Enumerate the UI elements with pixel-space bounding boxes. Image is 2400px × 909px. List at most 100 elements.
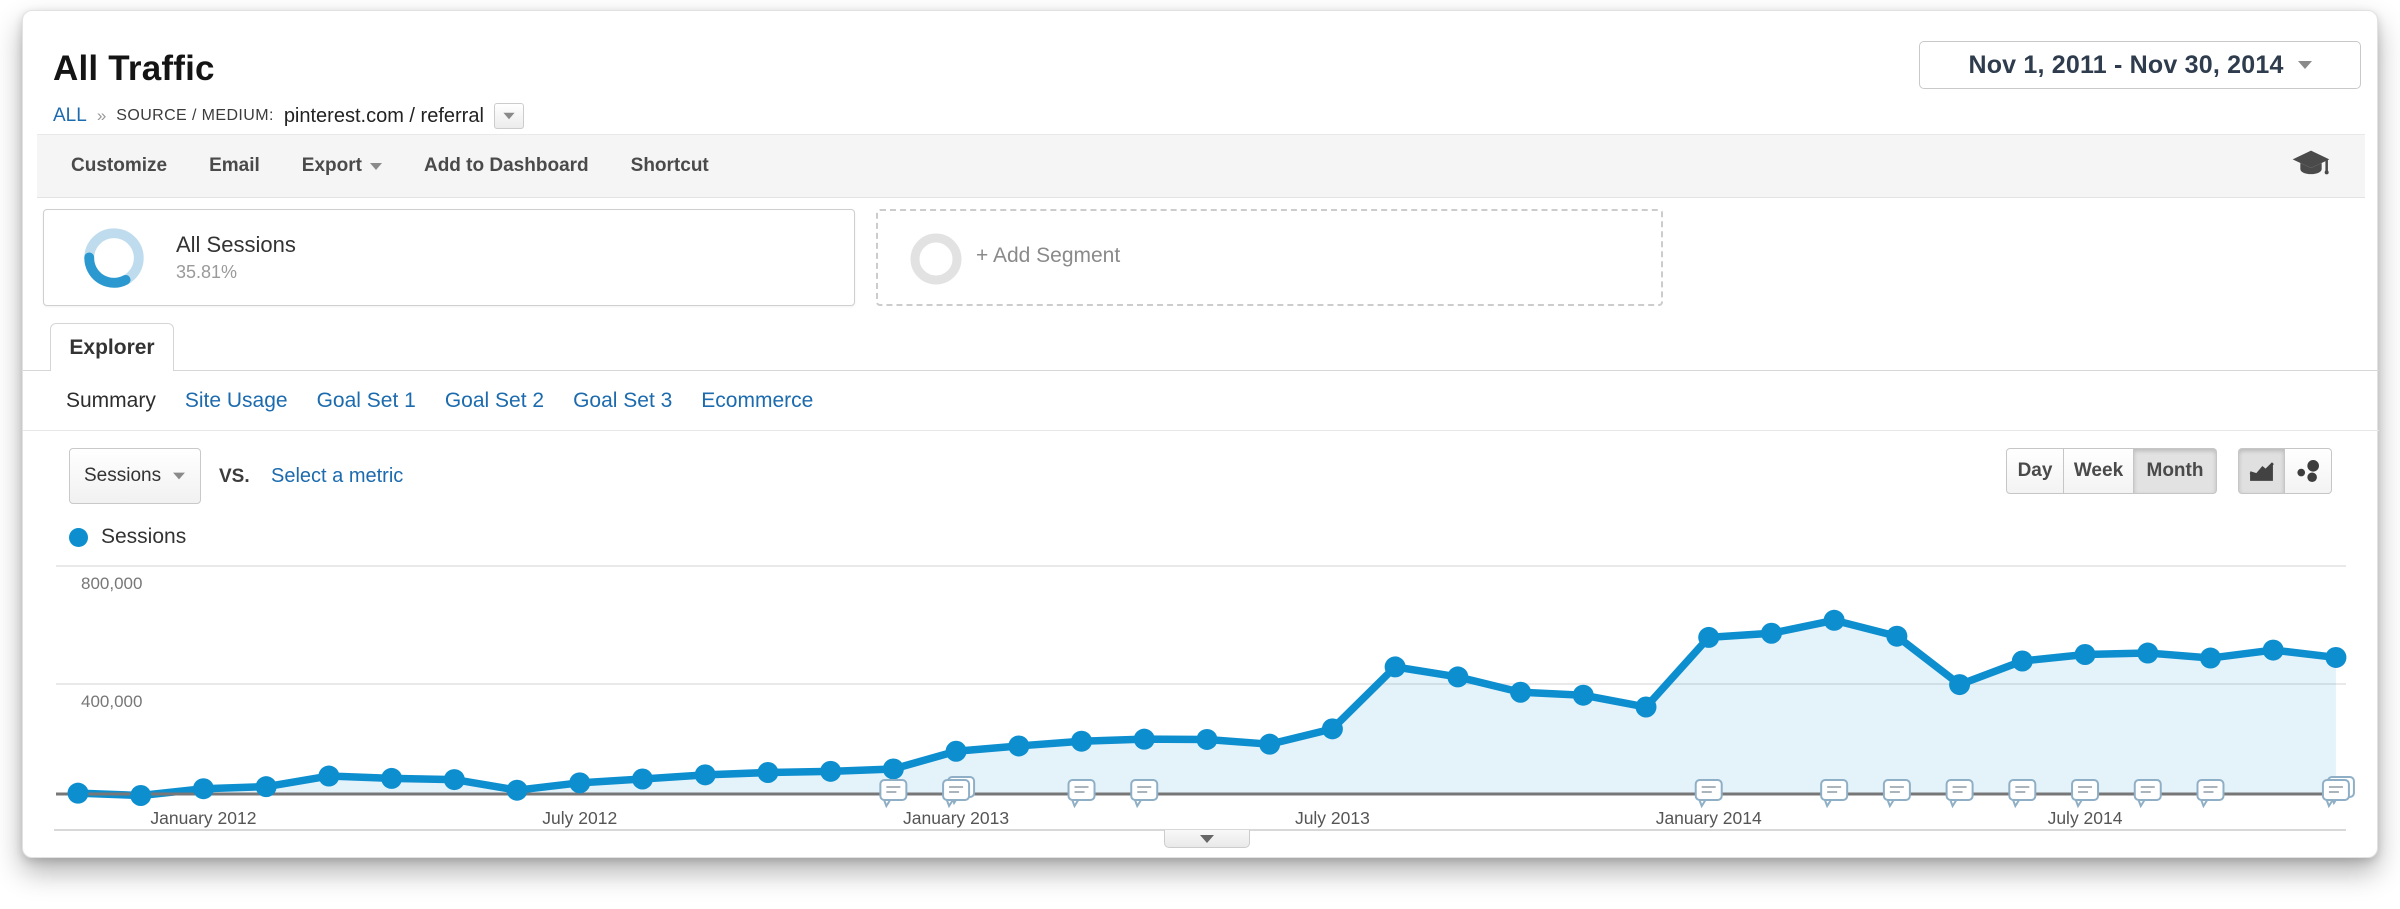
data-point[interactable] (1322, 718, 1343, 739)
annotation-marker[interactable] (1696, 780, 1722, 800)
metric-selector-value: Sessions (84, 465, 161, 487)
data-point[interactable] (1510, 682, 1531, 703)
annotation-marker[interactable] (1821, 780, 1847, 800)
subtab-site-usage[interactable]: Site Usage (185, 389, 288, 413)
empty-ring-icon (908, 231, 964, 287)
segment-card-all-sessions[interactable]: All Sessions 35.81% (43, 209, 855, 306)
data-point[interactable] (193, 778, 214, 799)
add-to-dashboard-button[interactable]: Add to Dashboard (424, 155, 589, 177)
data-point[interactable] (1447, 666, 1468, 687)
data-point[interactable] (1949, 674, 1970, 695)
data-point[interactable] (1071, 731, 1092, 752)
chart-type-toggle (2238, 448, 2332, 494)
export-menu-button[interactable]: Export (302, 155, 382, 177)
data-point[interactable] (757, 762, 778, 783)
annotation-marker[interactable] (880, 780, 906, 800)
graduation-cap-icon[interactable] (2291, 149, 2331, 184)
data-point[interactable] (1886, 626, 1907, 647)
customize-button[interactable]: Customize (71, 155, 167, 177)
data-point[interactable] (2012, 650, 2033, 671)
data-point[interactable] (2200, 648, 2221, 669)
series-color-dot (69, 528, 88, 547)
annotation-marker[interactable] (1131, 780, 1157, 800)
data-point[interactable] (695, 764, 716, 785)
granularity-day-button[interactable]: Day (2006, 448, 2064, 494)
subtab-ecommerce[interactable]: Ecommerce (701, 389, 813, 413)
email-button[interactable]: Email (209, 155, 260, 177)
subtab-goal-set-1[interactable]: Goal Set 1 (317, 389, 416, 413)
y-axis-tick-label: 800,000 (81, 574, 142, 593)
data-point[interactable] (1196, 729, 1217, 750)
data-point[interactable] (1385, 656, 1406, 677)
vs-label: VS. (219, 466, 250, 488)
annotation-marker[interactable] (943, 780, 969, 800)
data-point[interactable] (1259, 734, 1280, 755)
annotation-marker[interactable] (2072, 780, 2098, 800)
subtab-goal-set-2[interactable]: Goal Set 2 (445, 389, 544, 413)
chevron-down-icon (2298, 61, 2312, 69)
data-point[interactable] (1824, 610, 1845, 631)
select-a-metric-link[interactable]: Select a metric (271, 465, 403, 488)
add-segment-button[interactable]: + Add Segment (876, 209, 1663, 306)
data-point[interactable] (1636, 697, 1657, 718)
data-point[interactable] (820, 761, 841, 782)
breadcrumb-dropdown-button[interactable] (494, 103, 524, 129)
data-point[interactable] (632, 768, 653, 789)
data-point[interactable] (1008, 735, 1029, 756)
segment-title: All Sessions (176, 232, 296, 258)
annotation-marker[interactable] (2009, 780, 2035, 800)
data-point[interactable] (2263, 640, 2284, 661)
annotation-marker[interactable] (1884, 780, 1910, 800)
segment-percent: 35.81% (176, 262, 237, 283)
shortcut-button[interactable]: Shortcut (631, 155, 709, 177)
x-axis-tick-label: July 2012 (542, 808, 617, 828)
data-point[interactable] (2137, 643, 2158, 664)
data-point[interactable] (1573, 685, 1594, 706)
annotation-marker[interactable] (2135, 780, 2161, 800)
data-point[interactable] (318, 766, 339, 787)
tab-explorer[interactable]: Explorer (50, 323, 174, 371)
data-point[interactable] (507, 780, 528, 801)
line-chart-icon[interactable] (2238, 448, 2285, 494)
data-point[interactable] (1698, 627, 1719, 648)
data-point[interactable] (883, 758, 904, 779)
export-label: Export (302, 155, 362, 177)
breadcrumb-separator: » (97, 106, 106, 126)
granularity-week-button[interactable]: Week (2064, 448, 2134, 494)
breadcrumb-root-link[interactable]: ALL (53, 105, 87, 127)
series-area-fill (78, 620, 2336, 795)
metric-selector-dropdown[interactable]: Sessions (69, 448, 201, 504)
breadcrumb-dimension-label: SOURCE / MEDIUM: (116, 107, 274, 125)
annotation-marker[interactable] (1069, 780, 1095, 800)
series-legend-label: Sessions (101, 525, 186, 549)
data-point[interactable] (444, 769, 465, 790)
chevron-down-icon (370, 163, 382, 170)
data-point[interactable] (946, 741, 967, 762)
report-toolbar: Customize Email Export Add to Dashboard … (37, 134, 2365, 198)
data-point[interactable] (256, 776, 277, 797)
subtab-summary[interactable]: Summary (66, 389, 156, 413)
annotation-marker[interactable] (1947, 780, 1973, 800)
motion-chart-icon[interactable] (2285, 448, 2332, 494)
data-point[interactable] (2325, 647, 2346, 668)
data-point[interactable] (2075, 644, 2096, 665)
annotation-marker[interactable] (2323, 780, 2349, 800)
sessions-line-chart[interactable]: 800,000400,000January 2012July 2012Janua… (41, 553, 2363, 859)
data-point[interactable] (1761, 623, 1782, 644)
data-point[interactable] (130, 785, 151, 806)
date-range-selector[interactable]: Nov 1, 2011 - Nov 30, 2014 (1919, 41, 2361, 89)
page-title: All Traffic (53, 49, 215, 89)
data-point[interactable] (381, 768, 402, 789)
data-point[interactable] (68, 783, 89, 804)
subtab-goal-set-3[interactable]: Goal Set 3 (573, 389, 672, 413)
annotation-marker[interactable] (2197, 780, 2223, 800)
collapse-table-drawer-button[interactable] (1164, 830, 1250, 848)
x-axis-tick-label: January 2013 (903, 808, 1009, 828)
analytics-report-window: All Traffic ALL » SOURCE / MEDIUM: pinte… (22, 10, 2378, 858)
tab-strip-divider (23, 370, 2379, 371)
y-axis-tick-label: 400,000 (81, 692, 142, 711)
granularity-month-button[interactable]: Month (2134, 448, 2217, 494)
data-point[interactable] (1134, 729, 1155, 750)
data-point[interactable] (569, 772, 590, 793)
breadcrumb-dimension-value: pinterest.com / referral (284, 105, 484, 128)
